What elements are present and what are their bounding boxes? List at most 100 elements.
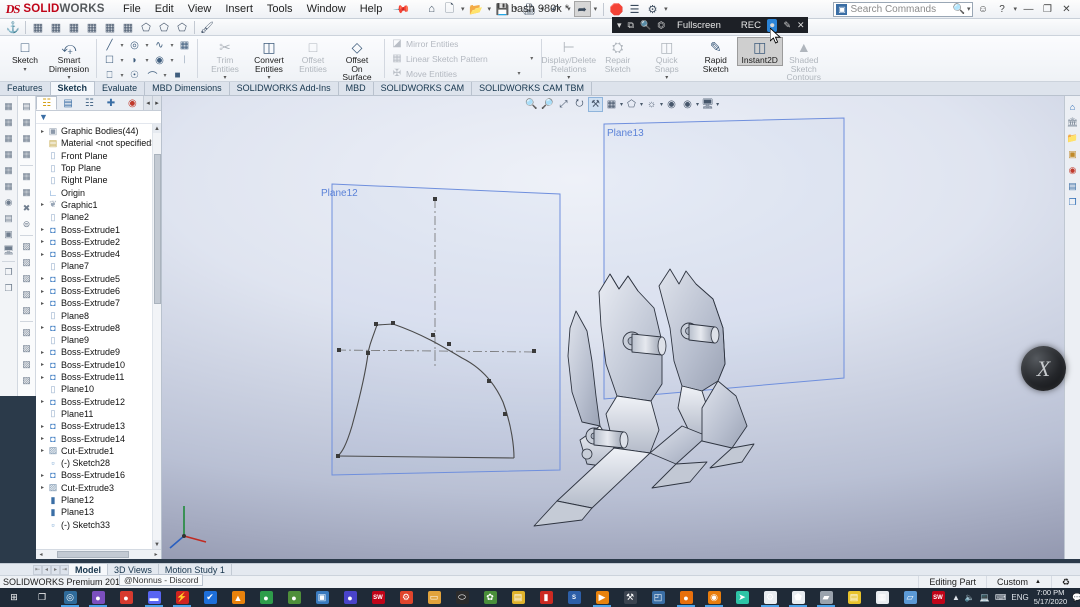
line-icon[interactable]: ╱	[101, 38, 118, 52]
search-icon[interactable]: 🔍	[953, 4, 965, 15]
expand-arrow-icon[interactable]: ▸	[38, 423, 47, 430]
viewport-layout-icon[interactable]: 🖥	[700, 97, 715, 112]
view-tool-3-icon[interactable]: ▦	[1, 131, 16, 146]
tree-filter-row[interactable]: ▼	[36, 111, 161, 124]
tree-item-boss-extrude8[interactable]: ▸◘Boss-Extrude8	[36, 322, 161, 334]
sketch-tool-15-icon[interactable]: ▨	[19, 341, 34, 356]
trim-dropdown-icon[interactable]: ▾	[223, 74, 226, 81]
tab-sketch[interactable]: Sketch	[51, 81, 96, 95]
volume-icon[interactable]: 🔈	[965, 593, 975, 602]
custom-properties-icon[interactable]: ▤	[1066, 180, 1079, 193]
search-commands-box[interactable]: ▣ Search Commands 🔍 ▾	[833, 2, 973, 17]
app-window[interactable]: ▣	[308, 588, 336, 607]
sketch-tool-2-icon[interactable]: ▦	[19, 115, 34, 130]
display-manager-icon[interactable]: ◉	[122, 96, 143, 110]
pencil-icon[interactable]: ✎	[783, 20, 791, 31]
view-palette-icon[interactable]: ▣	[1066, 148, 1079, 161]
graphics-viewport[interactable]: 🔍 🔎 ⤢ ⭮ ⚒ ▦▾ ⬠▾ ☼▾ ◉ ◉▾ 🖥▾ ▢ ❐ ✕	[162, 96, 1080, 559]
sketch-tool-14-icon[interactable]: ▨	[19, 325, 34, 340]
sketch-tool-7-icon[interactable]: ✖	[19, 201, 34, 216]
home-icon[interactable]: ⌂	[423, 1, 440, 17]
view-tool-1-icon[interactable]: ▦	[1, 99, 16, 114]
display-tool-3-icon[interactable]: 🖥	[1, 243, 16, 258]
new-document-icon[interactable]: 🗋	[441, 1, 458, 17]
display-tool-1-icon[interactable]: ▤	[1, 211, 16, 226]
section-view-icon[interactable]: ⚒	[588, 97, 603, 112]
tree-item-boss-extrude12[interactable]: ▸◘Boss-Extrude12	[36, 396, 161, 408]
view-orientation-5-icon[interactable]: ▦	[101, 20, 119, 35]
tree-scroll-up-icon[interactable]: ▲	[153, 124, 161, 133]
tree-item-plane9[interactable]: ▯Plane9	[36, 334, 161, 346]
tree-item-cut-extrude1[interactable]: ▸▨Cut-Extrude1	[36, 445, 161, 457]
convert-entities-button[interactable]: ◫ Convert Entities ▾	[247, 38, 291, 81]
options-list-icon[interactable]: ☰	[626, 1, 643, 17]
tree-item-front-plane[interactable]: ▯Front Plane	[36, 150, 161, 162]
select-caret-icon[interactable]: ▾	[592, 5, 600, 13]
settings-caret-icon[interactable]: ▾	[662, 5, 670, 13]
repair-sketch-button[interactable]: ⛭ Repair Sketch	[596, 38, 640, 73]
prev-icon[interactable]: ◂	[42, 565, 51, 575]
app-globe[interactable]: ●	[280, 588, 308, 607]
tree-item-boss-extrude9[interactable]: ▸◘Boss-Extrude9	[36, 346, 161, 358]
expand-arrow-icon[interactable]: ▸	[38, 300, 47, 307]
tree-item-boss-extrude6[interactable]: ▸◘Boss-Extrude6	[36, 285, 161, 297]
tab-mbd[interactable]: MBD	[339, 82, 374, 95]
tree-scrollbar[interactable]: ▲ ▼	[152, 124, 161, 549]
help-caret-icon[interactable]: ▾	[1011, 5, 1019, 13]
home-icon[interactable]: ⌂	[1066, 100, 1079, 113]
expand-arrow-icon[interactable]: ▸	[38, 447, 47, 454]
expand-arrow-icon[interactable]: ▸	[38, 238, 47, 245]
rapid-sketch-button[interactable]: ✎ Rapid Sketch	[694, 38, 738, 73]
select-arrow-icon[interactable]: ➦	[574, 1, 591, 17]
tree-item-boss-extrude10[interactable]: ▸◘Boss-Extrude10	[36, 359, 161, 371]
feature-tree[interactable]: ▸▣Graphic Bodies(44)▤Material <not speci…	[36, 124, 161, 549]
linear-pattern-caret-icon[interactable]: ▾	[529, 55, 535, 62]
expand-arrow-icon[interactable]: ▸	[38, 484, 47, 491]
zoom-to-fit-icon[interactable]: 🔍	[524, 97, 539, 112]
display-style-caret-icon[interactable]: ▾	[640, 101, 643, 108]
open-caret-icon[interactable]: ▾	[486, 5, 494, 13]
tree-hscroll-left-icon[interactable]: ◂	[36, 550, 46, 559]
scene-icon[interactable]: ◉	[680, 97, 695, 112]
move-entities-item[interactable]: ✠ Move Entities ▾	[389, 67, 537, 80]
slot-caret-icon[interactable]: ▾	[119, 72, 125, 79]
expand-arrow-icon[interactable]: ▸	[38, 472, 47, 479]
expand-arrow-icon[interactable]: ▸	[38, 374, 47, 381]
expand-arrow-icon[interactable]: ▸	[38, 398, 47, 405]
offset-on-surface-button[interactable]: ◇ Offset On Surface	[335, 38, 379, 82]
app-black-oval[interactable]: ⬭	[448, 588, 476, 607]
view-orientation-3-icon[interactable]: ▦	[65, 20, 83, 35]
scene-caret-icon[interactable]: ▾	[696, 101, 699, 108]
app-discord[interactable]: ▬	[140, 588, 168, 607]
tree-scroll-thumb[interactable]	[154, 154, 161, 304]
tab-mbd-dimensions[interactable]: MBD Dimensions	[145, 82, 230, 95]
expand-arrow-icon[interactable]: ▸	[38, 288, 47, 295]
menu-item-edit[interactable]: Edit	[148, 1, 181, 17]
hide-show-caret-icon[interactable]: ▾	[660, 101, 663, 108]
configuration-manager-icon[interactable]: ☷	[79, 96, 100, 110]
display-style-3-icon[interactable]: ⬠	[173, 20, 191, 35]
expand-arrow-icon[interactable]: ▸	[38, 128, 47, 135]
language-label[interactable]: ENG	[1011, 593, 1028, 602]
tree-scroll-down-icon[interactable]: ▼	[153, 540, 161, 549]
tree-item-plane12[interactable]: ▮Plane12	[36, 494, 161, 506]
circle-icon[interactable]: ◎	[126, 38, 143, 52]
expand-arrow-icon[interactable]: ▸	[38, 201, 47, 208]
plane12-group[interactable]: Plane12	[321, 184, 560, 475]
tree-hscroll-right-icon[interactable]: ▸	[151, 550, 161, 559]
view-orientation-caret-icon[interactable]: ▾	[620, 101, 623, 108]
magnifier-icon[interactable]: 🔍	[640, 20, 651, 31]
menu-item-insert[interactable]: Insert	[218, 1, 260, 17]
quick-snaps-dropdown-icon[interactable]: ▾	[665, 74, 668, 81]
start-button[interactable]: ⊞	[0, 588, 28, 607]
clock[interactable]: 7:00 PM 5/17/2020	[1034, 589, 1067, 606]
trim-entities-button[interactable]: ✂ Trim Entities ▾	[203, 38, 247, 81]
sync-icon[interactable]: ♻	[1051, 576, 1080, 588]
grid-icon[interactable]: ▦	[176, 38, 193, 52]
open-folder-icon[interactable]: 📂	[468, 1, 485, 17]
slot-icon[interactable]: ⎕	[101, 68, 118, 82]
sketch-tool-8-icon[interactable]: ⊜	[19, 217, 34, 232]
appearances-icon[interactable]: ◉	[1066, 164, 1079, 177]
smart-dimension-button[interactable]: ⤽ Smart Dimension ▾	[47, 38, 91, 81]
app-blue-book[interactable]: ▱	[896, 588, 924, 607]
